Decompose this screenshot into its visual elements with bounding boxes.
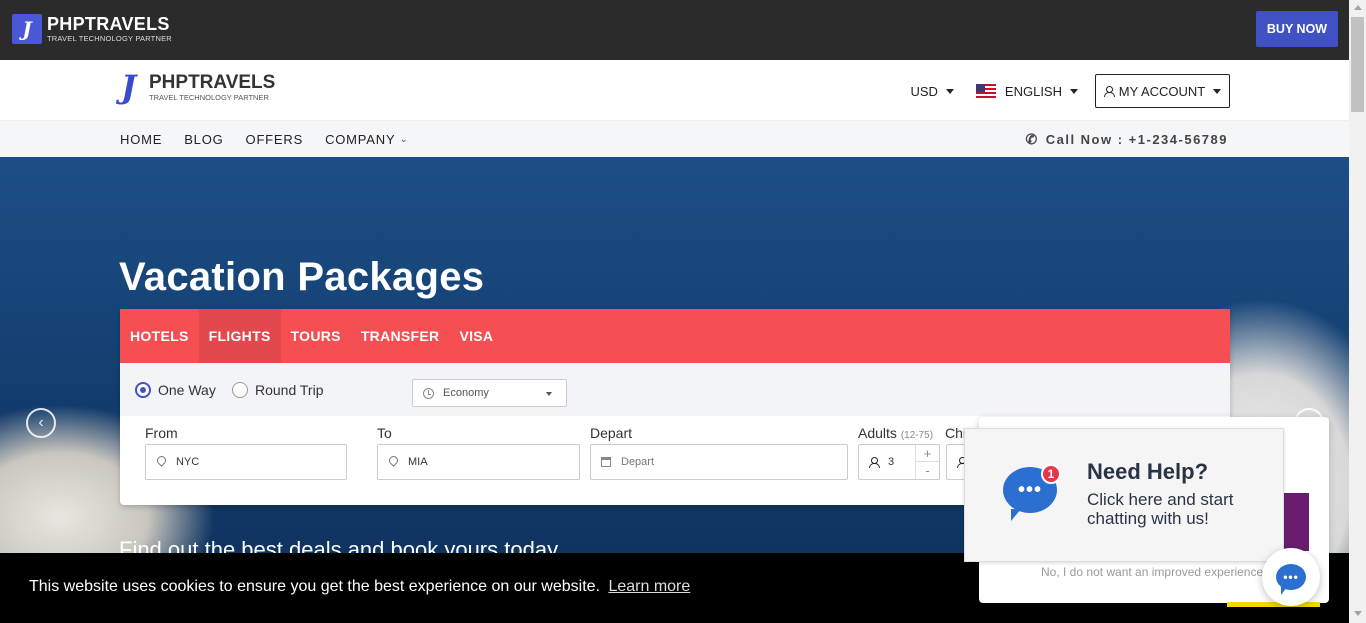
nav-home[interactable]: HOME: [120, 132, 162, 147]
round-trip-label: Round Trip: [255, 382, 324, 398]
caret-down-icon: [1213, 88, 1222, 94]
caret-down-icon: [945, 88, 954, 94]
currency-dropdown[interactable]: USD: [910, 83, 954, 99]
one-way-label: One Way: [158, 382, 216, 398]
user-icon: [1103, 85, 1115, 97]
depart-placeholder: Depart: [621, 456, 655, 468]
currency-label: USD: [910, 83, 938, 99]
hero-subtitle: Find out the best deals and book yours t…: [119, 537, 559, 553]
cookie-text: This website uses cookies to ensure you …: [29, 578, 600, 595]
to-input[interactable]: MIA: [377, 444, 580, 480]
search-tabs: HOTELS FLIGHTS TOURS TRANSFER VISA: [120, 309, 1230, 363]
logo-name: PHPTRAVELS: [149, 71, 276, 93]
language-label: ENGLISH: [1004, 83, 1062, 99]
header-logo[interactable]: J PHPTRAVELS TRAVEL TECHNOLOGY PARTNER: [121, 71, 275, 103]
notification-badge: 1: [1041, 464, 1061, 484]
page-scrollbar[interactable]: [1349, 0, 1366, 623]
from-label: From: [145, 425, 178, 441]
scroll-down-icon[interactable]: [1354, 611, 1362, 616]
main-nav: HOME BLOG OFFERS COMPANY ⌄ ✆ Call Now : …: [0, 121, 1349, 157]
from-input[interactable]: NYC: [145, 444, 347, 480]
nav-offers[interactable]: OFFERS: [246, 132, 304, 147]
nav-blog[interactable]: BLOG: [184, 132, 223, 147]
round-trip-radio[interactable]: Round Trip: [232, 382, 323, 398]
clock-icon: [423, 387, 434, 399]
topbar-logo[interactable]: J PHPTRAVELS TRAVEL TECHNOLOGY PARTNER: [12, 14, 172, 44]
us-flag-icon: [975, 84, 996, 98]
tab-tours[interactable]: TOURS: [281, 309, 351, 363]
scrollbar-thumb[interactable]: [1351, 17, 1364, 112]
phone-icon: ✆: [1025, 130, 1039, 147]
top-bar: J PHPTRAVELS TRAVEL TECHNOLOGY PARTNER B…: [0, 0, 1349, 60]
tab-visa[interactable]: VISA: [449, 309, 503, 363]
call-now[interactable]: ✆ Call Now : +1-234-56789: [1025, 121, 1228, 157]
cabin-class-value: Economy: [443, 387, 489, 399]
hero-title: Vacation Packages: [119, 255, 485, 299]
need-help-popup[interactable]: ••• 1 Need Help? Click here and start ch…: [964, 428, 1284, 562]
nav-company-label: COMPANY: [325, 131, 396, 147]
adults-label: Adults (12-75): [858, 425, 933, 441]
one-way-radio[interactable]: One Way: [135, 382, 216, 398]
from-value: NYC: [176, 456, 200, 468]
nav-company[interactable]: COMPANY ⌄: [325, 132, 409, 147]
tab-hotels[interactable]: HOTELS: [120, 309, 199, 363]
location-pin-icon: [388, 456, 398, 468]
adults-stepper[interactable]: 3 + -: [858, 444, 940, 480]
buy-now-button[interactable]: BUY NOW: [1256, 11, 1338, 47]
depart-input[interactable]: Depart: [590, 444, 848, 480]
radio-checked-icon: [135, 382, 151, 398]
language-dropdown[interactable]: ENGLISH: [975, 83, 1078, 99]
call-now-text: Call Now : +1-234-56789: [1045, 131, 1228, 147]
depart-label: Depart: [590, 425, 633, 441]
cookie-message: This website uses cookies to ensure you …: [29, 578, 690, 596]
tab-transfer[interactable]: TRANSFER: [351, 309, 450, 363]
caret-down-icon: [1070, 88, 1078, 94]
need-help-title: Need Help?: [1087, 459, 1209, 484]
location-pin-icon: [156, 456, 166, 468]
scroll-up-icon[interactable]: [1354, 5, 1362, 10]
chat-bubble-icon: •••: [1276, 564, 1306, 595]
slider-prev-icon[interactable]: ‹: [26, 408, 56, 438]
adults-plus-button[interactable]: +: [916, 445, 939, 462]
caret-down-icon: [546, 392, 552, 396]
tab-flights[interactable]: FLIGHTS: [198, 309, 281, 363]
user-icon: [869, 456, 880, 468]
logo-tagline: TRAVEL TECHNOLOGY PARTNER: [47, 34, 172, 44]
main-header: J PHPTRAVELS TRAVEL TECHNOLOGY PARTNER U…: [0, 60, 1349, 121]
my-account-label: MY ACCOUNT: [1118, 83, 1206, 99]
my-account-button[interactable]: MY ACCOUNT: [1095, 74, 1230, 108]
chat-decline-link[interactable]: No, I do not want an improved experience: [1041, 565, 1263, 579]
calendar-icon: [601, 457, 611, 467]
radio-unchecked-icon: [232, 382, 248, 398]
chevron-down-icon: ⌄: [399, 133, 409, 145]
chat-launcher-button[interactable]: •••: [1262, 548, 1320, 606]
cabin-class-select[interactable]: Economy: [412, 379, 567, 407]
adults-range: (12-75): [900, 430, 934, 441]
logo-mark-icon: J: [12, 14, 42, 44]
children-label: Chi: [945, 425, 967, 441]
trip-options: One Way Round Trip Economy: [120, 363, 1230, 416]
adults-minus-button[interactable]: -: [916, 462, 939, 479]
adults-value: 3: [888, 456, 895, 468]
logo-name: PHPTRAVELS: [47, 14, 170, 35]
cookie-accept-button[interactable]: [1227, 602, 1320, 607]
adults-label-text: Adults: [858, 425, 897, 441]
logo-mark-icon: J: [121, 68, 137, 106]
chat-panel-accent: [1283, 493, 1309, 551]
to-label: To: [377, 425, 392, 441]
logo-tagline: TRAVEL TECHNOLOGY PARTNER: [149, 92, 269, 102]
need-help-text: Click here and start chatting with us!: [1087, 490, 1234, 528]
to-value: MIA: [408, 456, 428, 468]
learn-more-link[interactable]: Learn more: [608, 578, 690, 595]
